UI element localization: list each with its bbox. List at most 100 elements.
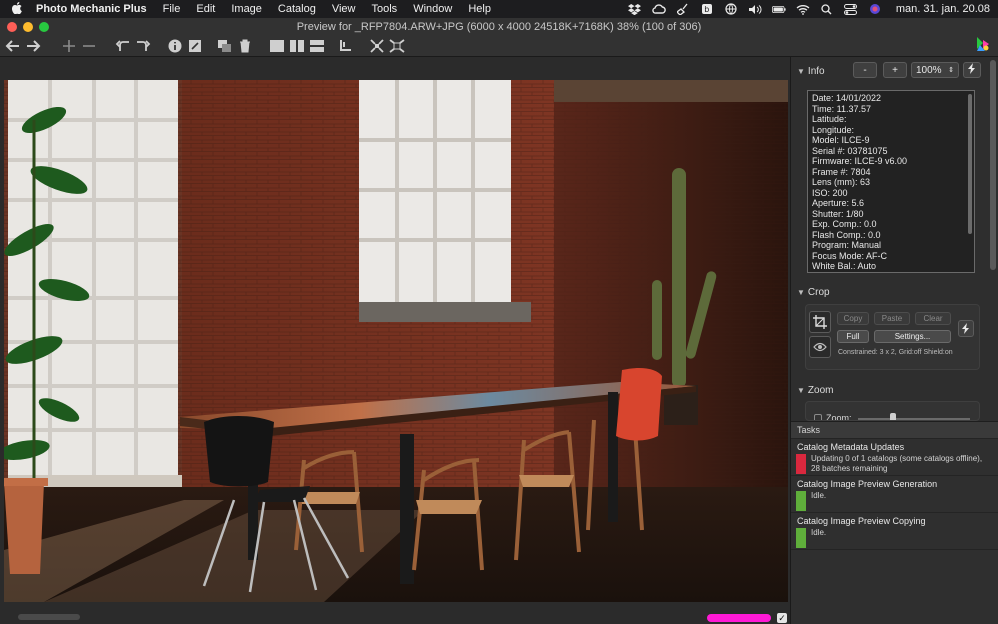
battery-icon[interactable]: [771, 3, 786, 15]
rotate-right-icon[interactable]: [133, 37, 153, 55]
status-tray: b man. 31. jan. 20.08: [628, 0, 990, 18]
preview-photo: [4, 80, 788, 602]
copy-icon[interactable]: [215, 37, 235, 55]
expand-icon[interactable]: [387, 37, 407, 55]
crop-toggle-button[interactable]: [809, 311, 831, 333]
wifi-icon[interactable]: [796, 3, 810, 15]
crop-section-title: Crop: [807, 287, 830, 298]
metadata-line: Aperture: 5.6: [812, 198, 865, 208]
metadata-line: Exp. Comp.: 0.0: [812, 219, 877, 229]
zoom-plus-button[interactable]: +: [883, 62, 907, 78]
metadata-line: Flash Comp.: 0.0: [812, 229, 881, 240]
metadata-lines: Date: 14/01/2022 Time: 11.37.57 Latitude: L…: [808, 91, 974, 273]
bartender-icon[interactable]: b: [700, 3, 714, 15]
crop-clear-button[interactable]: Clear: [915, 312, 951, 325]
zoom-in-plus-icon[interactable]: [59, 37, 79, 55]
menu-window[interactable]: Window: [413, 3, 452, 15]
metadata-info-box[interactable]: Date: 14/01/2022 Time: 11.37.57 Latitude: L…: [807, 90, 975, 273]
tasks-header: Tasks: [791, 422, 998, 439]
zoom-slider-track[interactable]: [858, 418, 970, 420]
window-controls: [7, 22, 49, 32]
task-title: Catalog Image Preview Copying: [797, 516, 926, 526]
menu-help[interactable]: Help: [468, 3, 491, 15]
zoom-panel: Zoom:: [805, 401, 980, 421]
crop-lightning-button[interactable]: [958, 320, 974, 337]
search-icon[interactable]: [820, 3, 834, 15]
preview-bottom-bar: [0, 609, 790, 624]
metadata-line: Lens (mm): 63: [812, 177, 871, 187]
crop-tool-icon[interactable]: [335, 37, 355, 55]
crop-settings-button[interactable]: Settings...: [874, 330, 951, 343]
split-vertical-view-icon[interactable]: [287, 37, 307, 55]
previous-arrow-icon[interactable]: [3, 37, 23, 55]
disclosure-triangle-icon: ▼: [797, 386, 805, 395]
task-title: Catalog Metadata Updates: [797, 442, 905, 452]
metadata-line: Focus Mode: AF-C: [812, 250, 888, 261]
metadata-line: White Bal.: Auto: [812, 261, 877, 271]
zoom-out-minus-icon[interactable]: [79, 37, 99, 55]
creative-cloud-icon[interactable]: [652, 3, 666, 15]
next-arrow-icon[interactable]: [23, 37, 43, 55]
zoom-minus-button[interactable]: -: [853, 62, 877, 78]
menu-image[interactable]: Image: [231, 3, 262, 15]
task-status-indicator: [796, 528, 806, 548]
metadata-line: Date: 14/01/2022: [812, 93, 882, 103]
menu-clock[interactable]: man. 31. jan. 20.08: [896, 3, 990, 15]
menu-app-name[interactable]: Photo Mechanic Plus: [36, 3, 147, 15]
crop-section-header[interactable]: ▼ Crop: [797, 287, 830, 298]
info-icon[interactable]: [165, 37, 185, 55]
task-item[interactable]: Catalog Image Preview Copying Idle.: [791, 513, 998, 550]
dropbox-icon[interactable]: [628, 3, 642, 15]
globe-icon[interactable]: [724, 3, 738, 15]
broom-icon[interactable]: [676, 3, 690, 15]
split-horizontal-view-icon[interactable]: [307, 37, 327, 55]
task-item[interactable]: Catalog Metadata Updates Updating 0 of 1…: [791, 439, 998, 476]
control-center-icon[interactable]: [844, 3, 858, 15]
task-item[interactable]: Catalog Image Preview Generation Idle.: [791, 476, 998, 513]
image-preview[interactable]: [4, 80, 788, 602]
info-box-scrollbar[interactable]: [968, 94, 972, 234]
close-window-button[interactable]: [7, 22, 17, 32]
crop-shield-button[interactable]: [809, 336, 831, 358]
lightning-button[interactable]: [963, 62, 981, 78]
metadata-line: ICC Profile: Adobe RGB (1998): [812, 272, 970, 273]
zoom-slider-thumb[interactable]: [890, 413, 896, 420]
crop-copy-button[interactable]: Copy: [837, 312, 869, 325]
rotate-left-icon[interactable]: [113, 37, 133, 55]
minimize-window-button[interactable]: [23, 22, 33, 32]
menu-catalog[interactable]: Catalog: [278, 3, 316, 15]
horizontal-scroll-indicator[interactable]: [18, 614, 80, 620]
apple-icon[interactable]: [11, 1, 26, 17]
metadata-line: Latitude:: [812, 114, 847, 124]
single-view-icon[interactable]: [267, 37, 287, 55]
activity-progress-indicator: [707, 614, 771, 622]
zoom-label: Zoom:: [826, 413, 852, 421]
crop-paste-button[interactable]: Paste: [874, 312, 910, 325]
window-title-bar: Preview for _RFP7804.ARW+JPG (6000 x 400…: [0, 18, 998, 35]
lightning-icon: [968, 63, 976, 77]
info-section-title: Info: [807, 66, 825, 77]
metadata-line: Shutter: 1/80: [812, 208, 864, 219]
crop-full-button[interactable]: Full: [837, 330, 869, 343]
preview-toolbar: [0, 35, 998, 57]
menu-edit[interactable]: Edit: [196, 3, 215, 15]
collapse-icon[interactable]: [367, 37, 387, 55]
info-section-header[interactable]: ▼ Info: [797, 66, 825, 77]
zoom-select[interactable]: 100% ⇕: [911, 62, 959, 78]
sidebar-scrollbar[interactable]: [990, 60, 996, 270]
zoom-section-header[interactable]: ▼ Zoom: [797, 385, 833, 396]
menu-tools[interactable]: Tools: [372, 3, 398, 15]
siri-icon[interactable]: [868, 3, 882, 15]
trash-icon[interactable]: [235, 37, 255, 55]
zoom-checkbox[interactable]: [814, 414, 822, 420]
edit-image-icon[interactable]: [185, 37, 205, 55]
disclosure-triangle-icon: ▼: [797, 288, 805, 297]
metadata-line: Program: Manual: [812, 240, 882, 250]
menu-view[interactable]: View: [332, 3, 356, 15]
bottom-checkbox[interactable]: ✓: [777, 613, 787, 623]
menu-file[interactable]: File: [163, 3, 181, 15]
volume-icon[interactable]: [748, 3, 762, 15]
svg-text:b: b: [704, 5, 709, 14]
zoom-window-button[interactable]: [39, 22, 49, 32]
task-status-indicator: [796, 491, 806, 511]
